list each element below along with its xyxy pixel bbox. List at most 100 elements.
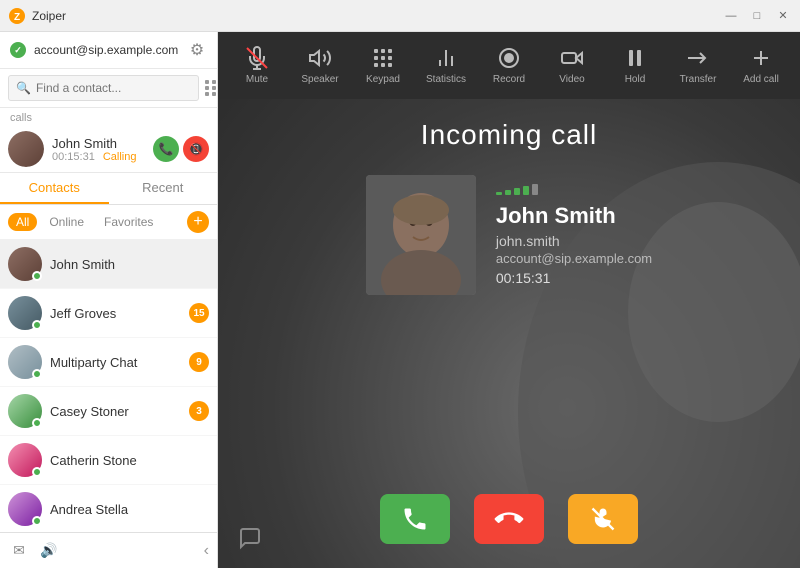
contact-item-john-smith[interactable]: John Smith [0,240,217,289]
settings-icon[interactable]: ⚙ [187,40,207,60]
hold-button[interactable]: Hold [608,40,663,91]
signal-bar-3 [514,188,520,195]
statistics-button[interactable]: Statistics [419,40,474,91]
mail-icon[interactable]: ✉ [8,540,30,562]
video-label: Video [559,74,584,85]
online-status-casey [32,418,42,428]
collapse-icon[interactable]: ‹ [204,542,209,560]
contact-item-multiparty-chat[interactable]: Multiparty Chat 9 [0,338,217,387]
mute-icon [245,46,269,70]
statistics-icon [434,46,458,70]
speaker-label: Speaker [301,74,338,85]
mute-label: Mute [246,74,268,85]
record-button[interactable]: Record [482,40,537,91]
record-label: Record [493,74,525,85]
caller-photo [366,175,476,295]
answer-button[interactable] [380,494,450,544]
contact-item-andrea-stella[interactable]: Andrea Stella [0,485,217,532]
caller-username: john.smith [496,233,652,249]
keypad-button[interactable]: Keypad [356,40,411,91]
call-status: Calling [103,151,137,163]
volume-icon[interactable]: 🔊 [38,540,60,562]
badge-casey: 3 [189,401,209,421]
transfer-icon [686,46,710,70]
active-call-item[interactable]: John Smith 00:15:31 Calling 📞 📵 [0,126,217,172]
title-bar: Z Zoiper — □ ✕ [0,0,800,32]
caller-sip: account@sip.example.com [496,251,652,266]
contact-item-casey-stoner[interactable]: Casey Stoner 3 [0,387,217,436]
close-button[interactable]: ✕ [774,7,792,25]
transfer-button[interactable]: Transfer [671,40,726,91]
hold-label: Hold [625,74,646,85]
caller-info: John Smith john.smith account@sip.exampl… [496,184,652,286]
contact-name-catherin: Catherin Stone [50,453,209,468]
signal-bar-5 [532,184,538,195]
contact-item-jeff-groves[interactable]: Jeff Groves 15 [0,289,217,338]
signal-bar-4 [523,186,529,195]
keypad-label: Keypad [366,74,400,85]
transfer-label: Transfer [680,74,717,85]
action-buttons [218,478,800,568]
contact-name-andrea: Andrea Stella [50,502,209,517]
window-controls: — □ ✕ [722,7,792,25]
caller-signal [496,184,652,195]
answer-call-button[interactable]: 📞 [153,136,179,162]
search-input[interactable] [36,81,191,95]
record-icon [497,46,521,70]
tab-contacts[interactable]: Contacts [0,173,109,204]
tab-recent[interactable]: Recent [109,173,218,204]
call-panel: Mute Speaker Keypad [218,32,800,568]
online-status-catherin [32,467,42,477]
video-button[interactable]: Video [545,40,600,91]
filter-online[interactable]: Online [41,213,92,231]
online-status-jeff-groves [32,320,42,330]
contact-name-casey: Casey Stoner [50,404,189,419]
calls-label: calls [0,108,217,126]
filter-all[interactable]: All [8,213,37,231]
speaker-button[interactable]: Speaker [293,40,348,91]
caller-photo-image [366,175,476,295]
decline-phone-icon [489,499,529,539]
sidebar-bottom-bar: ✉ 🔊 ‹ [0,532,217,568]
contact-avatar-casey [8,394,42,428]
main-layout: account@sip.example.com ⚙ 🔍 calls [0,32,800,568]
account-row: account@sip.example.com ⚙ [0,32,217,69]
search-row: 🔍 [0,69,217,108]
contact-avatar-john-smith [8,247,42,281]
search-icon: 🔍 [16,81,31,95]
statistics-label: Statistics [426,74,466,85]
hangup-icon: 📵 [189,142,204,156]
contacts-tabs: Contacts Recent [0,173,217,205]
chat-icon[interactable] [238,526,262,556]
signal-bar-1 [496,192,502,195]
add-call-button[interactable]: Add call [734,40,789,91]
online-status-andrea [32,516,42,526]
caller-duration: 00:15:31 [496,270,652,286]
filter-favorites[interactable]: Favorites [96,213,161,231]
app-title: Zoiper [32,9,722,23]
sidebar: account@sip.example.com ⚙ 🔍 calls [0,32,218,568]
contact-avatar-andrea [8,492,42,526]
caller-card: John Smith john.smith account@sip.exampl… [346,175,672,295]
chat-bubble-icon [238,526,262,550]
minimize-button[interactable]: — [722,7,740,25]
badge-jeff-groves: 15 [189,303,209,323]
maximize-button[interactable]: □ [748,7,766,25]
end-call-button[interactable]: 📵 [183,136,209,162]
contact-item-catherin-stone[interactable]: Catherin Stone [0,436,217,485]
hold-icon [623,46,647,70]
decline-button[interactable] [474,494,544,544]
calls-section: calls John Smith 00:15:31 Calling 📞 [0,108,217,173]
add-contact-button[interactable]: + [187,211,209,233]
keypad-icon [371,46,395,70]
mute-incoming-button[interactable] [568,494,638,544]
signal-bar-2 [505,190,511,195]
phone-icon: 📞 [159,142,174,156]
call-info: John Smith 00:15:31 Calling [52,136,153,163]
contact-avatar-catherin [8,443,42,477]
call-toolbar: Mute Speaker Keypad [218,32,800,99]
mute-button[interactable]: Mute [230,40,285,91]
add-call-label: Add call [743,74,779,85]
video-icon [560,46,584,70]
incoming-call-title: Incoming call [421,119,597,151]
